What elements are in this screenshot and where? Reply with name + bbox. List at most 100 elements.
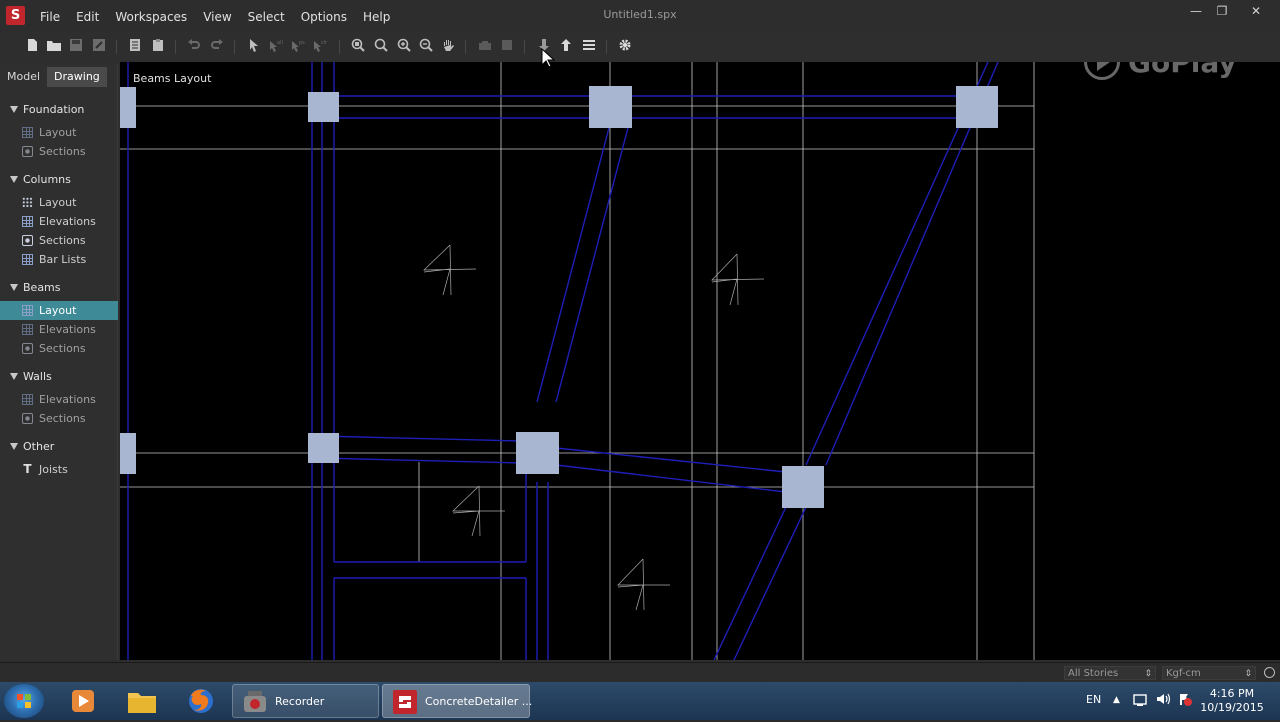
settings-gear-icon[interactable]	[617, 38, 633, 54]
nav-columns-layout[interactable]: Layout	[0, 193, 118, 212]
beam-line	[536, 123, 611, 403]
file-explorer-pin[interactable]	[124, 684, 160, 718]
close-button[interactable]: ✕	[1243, 2, 1269, 20]
nav-beams-elevations[interactable]: Elevations	[0, 320, 118, 339]
menu-edit[interactable]: Edit	[68, 8, 107, 26]
tab-drawing[interactable]: Drawing	[47, 67, 107, 87]
panel-tabs: Model Drawing	[0, 67, 107, 87]
select-arrow-icon[interactable]	[246, 38, 262, 54]
media-player-pin[interactable]	[64, 684, 100, 718]
section-other[interactable]: Other	[0, 438, 118, 456]
maximize-button[interactable]: ❐	[1209, 2, 1235, 20]
nav-foundation-layout[interactable]: Layout	[0, 123, 118, 142]
select-clr-icon[interactable]: clr	[312, 38, 328, 54]
menu-help[interactable]: Help	[355, 8, 398, 26]
beam-line	[713, 506, 787, 660]
open-folder-icon[interactable]	[46, 38, 62, 54]
expand-triangle-icon	[10, 373, 18, 380]
grid-lines	[120, 62, 1035, 660]
nav-columns-bar-lists[interactable]: Bar Lists	[0, 250, 118, 269]
section-label: Walls	[23, 370, 52, 383]
undo-icon[interactable]	[186, 38, 202, 54]
taskbar-app-label: ConcreteDetailer ...	[425, 695, 533, 708]
save-icon[interactable]	[68, 38, 84, 54]
unit-select-value: Kgf-cm	[1166, 668, 1201, 679]
new-file-icon[interactable]	[24, 38, 40, 54]
grid-icon	[22, 394, 33, 405]
action-center-icon[interactable]	[1177, 691, 1193, 710]
column	[516, 432, 559, 474]
nav-walls-sections[interactable]: Sections	[0, 409, 118, 428]
nav-beams-layout[interactable]: Layout	[0, 301, 118, 320]
slab-direction-marker	[452, 485, 505, 537]
menu-options[interactable]: Options	[293, 8, 355, 26]
section-columns[interactable]: Columns	[0, 171, 118, 189]
mouse-cursor-icon	[541, 47, 556, 72]
zoom-extents-icon[interactable]	[350, 38, 366, 54]
redo-icon[interactable]	[209, 38, 225, 54]
select-all-icon[interactable]: all	[268, 38, 284, 54]
start-button[interactable]	[4, 684, 44, 718]
column	[308, 433, 339, 463]
clock-date: 10/19/2015	[1200, 701, 1264, 714]
expand-triangle-icon	[10, 443, 18, 450]
network-icon[interactable]	[1133, 691, 1149, 710]
drawing-canvas[interactable]: Beams Layout GoPlay	[120, 62, 1280, 660]
section-walls[interactable]: Walls	[0, 368, 118, 386]
story-select-value: All Stories	[1068, 668, 1119, 679]
svg-text:ps: ps	[299, 40, 305, 46]
nav-beams-sections[interactable]: Sections	[0, 339, 118, 358]
tray-expand-icon[interactable]: ▲	[1113, 695, 1120, 705]
zoom-in-icon[interactable]	[396, 38, 412, 54]
save-as-icon[interactable]	[91, 38, 107, 54]
story-icon[interactable]	[477, 38, 493, 54]
select-ps-icon[interactable]: ps	[290, 38, 306, 54]
nav-other-joists[interactable]: T Joists	[0, 460, 118, 479]
nav-item-label: Elevations	[39, 323, 96, 336]
section-icon	[22, 343, 33, 354]
volume-icon[interactable]	[1155, 691, 1171, 710]
minimize-button[interactable]: —	[1183, 2, 1209, 20]
nav-item-label: Elevations	[39, 393, 96, 406]
menu-view[interactable]: View	[195, 8, 239, 26]
status-indicator-icon[interactable]	[1264, 667, 1275, 678]
nav-columns-sections[interactable]: Sections	[0, 231, 118, 250]
column	[589, 86, 632, 128]
menu-workspaces[interactable]: Workspaces	[107, 8, 195, 26]
section-foundation[interactable]: Foundation	[0, 101, 118, 119]
grid-icon	[22, 254, 33, 265]
tab-model[interactable]: Model	[0, 67, 47, 87]
zoom-out-icon[interactable]	[418, 38, 434, 54]
language-indicator[interactable]: EN	[1086, 693, 1101, 706]
slab-direction-marker	[617, 558, 670, 611]
story-select[interactable]: All Stories ⇕	[1064, 666, 1156, 680]
nav-item-label: Sections	[39, 342, 86, 355]
nav-item-label: Layout	[39, 196, 77, 209]
zoom-window-icon[interactable]	[373, 38, 389, 54]
nav-item-label: Bar Lists	[39, 253, 87, 266]
column	[782, 466, 824, 508]
paste-icon[interactable]	[150, 38, 166, 54]
section-label: Other	[23, 440, 55, 453]
move-up-icon[interactable]	[558, 38, 574, 54]
firefox-pin[interactable]	[183, 684, 219, 718]
nav-walls-elevations[interactable]: Elevations	[0, 390, 118, 409]
svg-text:clr: clr	[321, 40, 328, 46]
block-icon[interactable]	[499, 38, 515, 54]
nav-columns-elevations[interactable]: Elevations	[0, 212, 118, 231]
unit-select[interactable]: Kgf-cm ⇕	[1162, 666, 1256, 680]
copy-icon[interactable]	[127, 38, 143, 54]
beams-layout-drawing	[120, 62, 1035, 660]
menu-file[interactable]: File	[32, 8, 68, 26]
menu-select[interactable]: Select	[240, 8, 293, 26]
beam-line	[733, 506, 807, 660]
section-beams[interactable]: Beams	[0, 279, 118, 297]
goplay-watermark: GoPlay	[1082, 62, 1242, 82]
taskbar-app-recorder[interactable]: Recorder	[232, 684, 379, 718]
list-icon[interactable]	[581, 38, 597, 54]
system-clock[interactable]: 4:16 PM 10/19/2015	[1196, 687, 1268, 715]
pan-hand-icon[interactable]	[440, 38, 456, 54]
taskbar-app-concretedetailer[interactable]: ConcreteDetailer ...	[382, 684, 533, 718]
nav-foundation-sections[interactable]: Sections	[0, 142, 118, 161]
nav-item-label: Sections	[39, 145, 86, 158]
